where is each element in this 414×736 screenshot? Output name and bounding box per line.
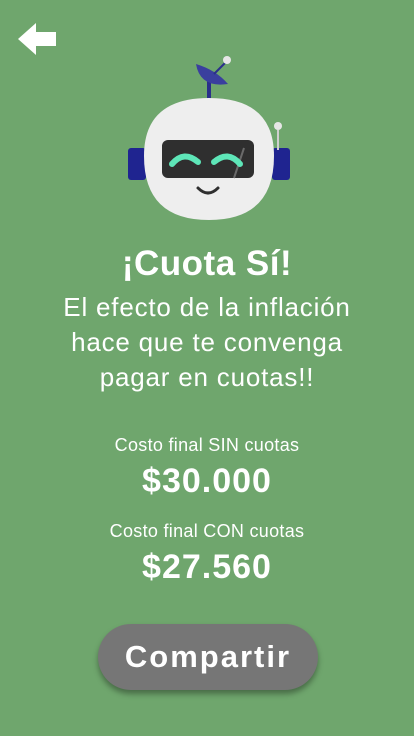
- cost-without-installments-amount: $30.000: [142, 462, 272, 500]
- inflation-message-line: hace que te convenga: [71, 327, 343, 357]
- page-title: ¡Cuota Sí!: [121, 244, 293, 283]
- back-button[interactable]: [16, 20, 58, 58]
- share-button[interactable]: Compartir: [98, 624, 318, 690]
- cost-with-installments-amount: $27.560: [142, 548, 272, 586]
- inflation-message: El efecto de la inflación hace que te co…: [30, 290, 384, 395]
- arrow-left-icon: [18, 23, 56, 55]
- inflation-message-line: pagar en cuotas!!: [99, 362, 315, 392]
- inflation-message-line: El efecto de la inflación: [63, 292, 351, 322]
- cost-with-installments-label: Costo final CON cuotas: [109, 521, 305, 541]
- robot-mascot-icon: [126, 52, 292, 222]
- cost-without-installments-label: Costo final SIN cuotas: [114, 435, 300, 455]
